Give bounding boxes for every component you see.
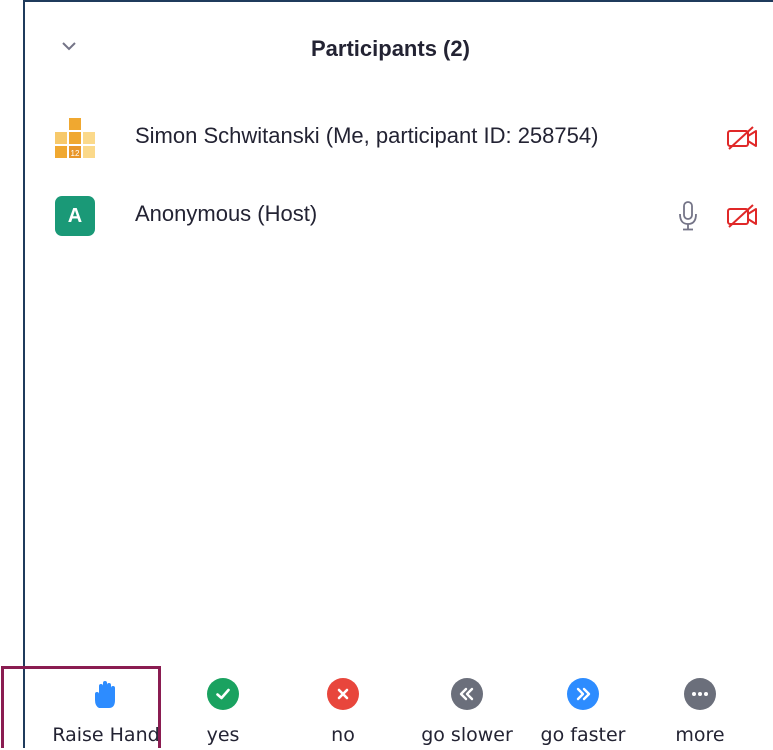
video-off-icon[interactable] <box>725 124 759 152</box>
microphone-icon[interactable] <box>677 200 699 232</box>
yes-button[interactable]: yes <box>193 668 253 750</box>
participant-row[interactable]: A Anonymous (Host) <box>25 188 773 244</box>
go-faster-button[interactable]: go faster <box>531 668 635 750</box>
more-label: more <box>675 724 725 746</box>
rewind-icon <box>451 678 483 710</box>
avatar-letter: A <box>55 196 95 236</box>
x-icon <box>327 678 359 710</box>
go-slower-label: go slower <box>421 724 513 746</box>
participant-row[interactable]: 12 Simon Schwitanski (Me, participant ID… <box>25 110 773 166</box>
participants-panel: Participants (2) 12 Simon Schwitanski (M… <box>23 0 773 748</box>
raise-hand-highlight <box>1 666 161 748</box>
more-button[interactable]: more <box>665 668 735 750</box>
avatar-badge: 12 <box>71 149 80 158</box>
no-label: no <box>331 724 355 746</box>
go-faster-label: go faster <box>540 724 626 746</box>
participant-name: Simon Schwitanski (Me, participant ID: 2… <box>135 123 599 148</box>
fast-forward-icon <box>567 678 599 710</box>
checkmark-icon <box>207 678 239 710</box>
video-off-icon[interactable] <box>725 202 759 230</box>
panel-title: Participants (2) <box>311 36 470 61</box>
participant-name: Anonymous (Host) <box>135 201 318 226</box>
panel-header: Participants (2) <box>25 2 773 92</box>
chevron-down-icon <box>62 42 76 51</box>
no-button[interactable]: no <box>313 668 373 750</box>
avatar-image-icon: 12 <box>55 118 95 158</box>
avatar: 12 <box>55 118 95 158</box>
avatar: A <box>55 196 95 236</box>
go-slower-button[interactable]: go slower <box>411 668 523 750</box>
collapse-button[interactable] <box>55 32 83 60</box>
yes-label: yes <box>206 724 240 746</box>
ellipsis-icon <box>684 678 716 710</box>
